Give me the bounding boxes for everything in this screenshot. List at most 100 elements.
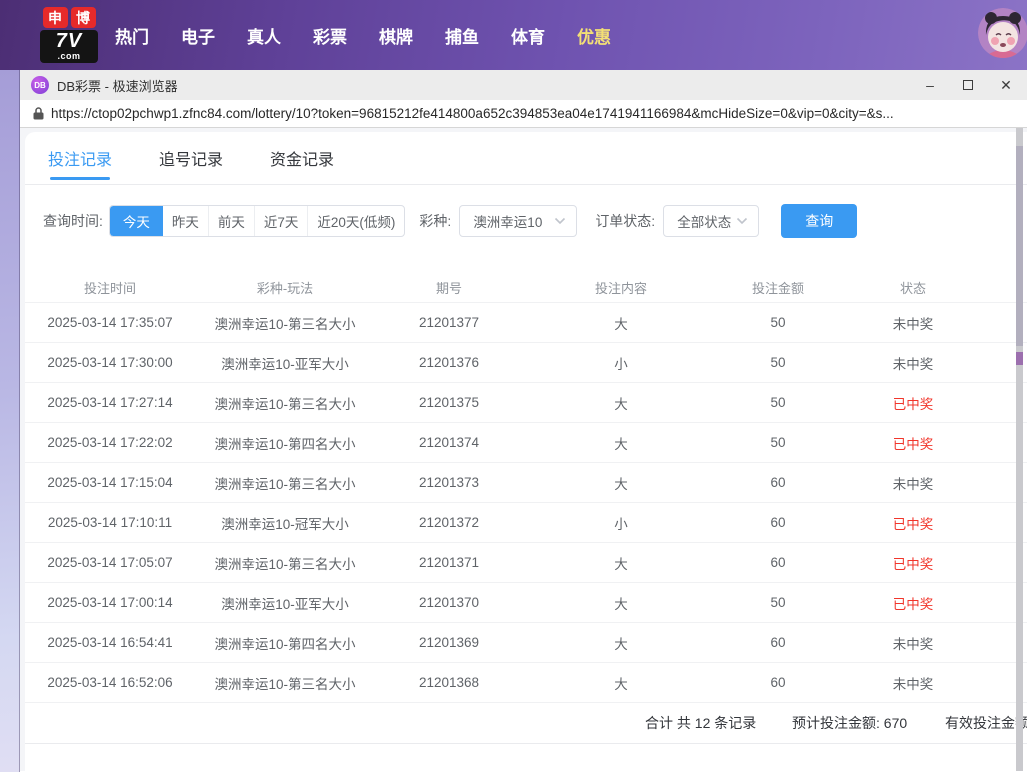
- time-range-option[interactable]: 前天: [208, 206, 254, 236]
- bet-status: 已中奖: [837, 553, 989, 573]
- table-row: 2025-03-14 17:22:02澳洲幸运10-第四名大小21201374大…: [25, 423, 1027, 463]
- table-row: 2025-03-14 17:35:07澳洲幸运10-第三名大小21201377大…: [25, 303, 1027, 343]
- footer-expected-amount: 预计投注金额: 670: [792, 713, 907, 733]
- time-range-group: 今天昨天前天近7天近20天(低频): [109, 205, 406, 237]
- order-status-value: 全部状态: [677, 211, 731, 231]
- play-type: 澳洲幸运10-第三名大小: [195, 313, 375, 333]
- table-header-row: 投注时间彩种-玩法期号投注内容投注金额状态: [25, 272, 1027, 303]
- query-time-label: 查询时间:: [43, 211, 103, 231]
- issue-number: 21201372: [375, 515, 523, 530]
- nav-item[interactable]: 体育: [495, 23, 561, 48]
- play-type: 澳洲幸运10-第四名大小: [195, 433, 375, 453]
- time-range-option[interactable]: 昨天: [163, 206, 208, 236]
- table-row: 2025-03-14 17:15:04澳洲幸运10-第三名大小21201373大…: [25, 463, 1027, 503]
- bet-amount: 50: [719, 355, 837, 370]
- page-content: 投注记录 追号记录 资金记录 查询时间: 今天昨天前天近7天近20天(低频) 彩…: [20, 128, 1027, 771]
- bet-content: 大: [523, 433, 719, 453]
- issue-number: 21201375: [375, 395, 523, 410]
- site-logo[interactable]: 申 博 7V .com: [40, 7, 98, 63]
- order-status-select[interactable]: 全部状态: [663, 205, 759, 237]
- table-row: 2025-03-14 17:05:07澳洲幸运10-第三名大小21201371大…: [25, 543, 1027, 583]
- issue-number: 21201374: [375, 435, 523, 450]
- column-header: 投注内容: [523, 278, 719, 297]
- nav-item[interactable]: 捕鱼: [429, 23, 495, 48]
- table-row: 2025-03-14 17:27:14澳洲幸运10-第三名大小21201375大…: [25, 383, 1027, 423]
- bet-amount: 50: [719, 315, 837, 330]
- bet-time: 2025-03-14 17:27:14: [25, 395, 195, 410]
- nav-item[interactable]: 热门: [99, 23, 165, 48]
- logo-com-text: .com: [40, 52, 98, 61]
- bet-time: 2025-03-14 17:15:04: [25, 475, 195, 490]
- nav-item[interactable]: 优惠: [561, 23, 627, 48]
- table-row: 2025-03-14 17:10:11澳洲幸运10-冠军大小21201372小6…: [25, 503, 1027, 543]
- close-button[interactable]: ✕: [987, 70, 1025, 100]
- logo-chips: 申 博: [40, 7, 98, 28]
- issue-number: 21201377: [375, 315, 523, 330]
- address-bar[interactable]: https://ctop02pchwp1.zfnc84.com/lottery/…: [20, 100, 1027, 128]
- scrollbar-thumb[interactable]: [1016, 146, 1023, 346]
- issue-number: 21201371: [375, 555, 523, 570]
- bet-status: 未中奖: [837, 633, 989, 653]
- lottery-type-label: 彩种:: [419, 211, 451, 231]
- bet-content: 大: [523, 473, 719, 493]
- play-type: 澳洲幸运10-第三名大小: [195, 473, 375, 493]
- time-range-option[interactable]: 近20天(低频): [307, 206, 404, 236]
- time-range-option[interactable]: 今天: [110, 206, 163, 236]
- db-favicon-icon: DB: [31, 76, 49, 94]
- bet-amount: 60: [719, 515, 837, 530]
- column-header: 投注金额: [719, 278, 837, 297]
- lock-icon: [33, 107, 44, 120]
- play-type: 澳洲幸运10-冠军大小: [195, 513, 375, 533]
- nav-item[interactable]: 真人: [231, 23, 297, 48]
- lottery-type-value: 澳洲幸运10: [473, 211, 542, 231]
- footer-total-count: 合计 共 12 条记录: [645, 713, 756, 733]
- bet-amount: 50: [719, 435, 837, 450]
- search-button[interactable]: 查询: [781, 204, 857, 238]
- bet-status: 未中奖: [837, 473, 989, 493]
- tab-bet-records[interactable]: 投注记录: [48, 132, 112, 184]
- nav-item[interactable]: 电子: [165, 23, 231, 48]
- bet-time: 2025-03-14 17:00:14: [25, 595, 195, 610]
- bet-content: 大: [523, 393, 719, 413]
- column-header: 状态: [837, 278, 989, 297]
- bet-time: 2025-03-14 17:05:07: [25, 555, 195, 570]
- table-row: 2025-03-14 16:54:41澳洲幸运10-第四名大小21201369大…: [25, 623, 1027, 663]
- issue-number: 21201376: [375, 355, 523, 370]
- logo-chip-shen: 申: [43, 7, 68, 28]
- bet-records-table: 投注时间彩种-玩法期号投注内容投注金额状态 2025-03-14 17:35:0…: [25, 272, 1027, 703]
- footer-valid-amount: 有效投注金额: [945, 713, 1027, 733]
- bet-status: 已中奖: [837, 593, 989, 613]
- time-range-option[interactable]: 近7天: [254, 206, 308, 236]
- avatar-illustration: [978, 8, 1027, 58]
- top-nav: 热门电子真人彩票棋牌捕鱼体育优惠: [99, 0, 627, 70]
- bet-time: 2025-03-14 17:22:02: [25, 435, 195, 450]
- window-controls: – ✕: [911, 70, 1025, 100]
- table-row: 2025-03-14 17:00:14澳洲幸运10-亚军大小21201370大5…: [25, 583, 1027, 623]
- bet-amount: 60: [719, 555, 837, 570]
- tab-chase-records[interactable]: 追号记录: [159, 132, 223, 184]
- minimize-button[interactable]: –: [911, 70, 949, 100]
- bet-content: 大: [523, 593, 719, 613]
- maximize-button[interactable]: [949, 70, 987, 100]
- issue-number: 21201373: [375, 475, 523, 490]
- table-body: 2025-03-14 17:35:07澳洲幸运10-第三名大小21201377大…: [25, 303, 1027, 703]
- bet-content: 小: [523, 513, 719, 533]
- scrollbar-marker: [1016, 352, 1023, 365]
- nav-item[interactable]: 彩票: [297, 23, 363, 48]
- user-avatar[interactable]: [978, 8, 1027, 58]
- window-title: DB彩票 - 极速浏览器: [57, 76, 178, 95]
- column-header: 期号: [375, 278, 523, 297]
- url-text[interactable]: https://ctop02pchwp1.zfnc84.com/lottery/…: [51, 106, 1011, 121]
- lottery-type-select[interactable]: 澳洲幸运10: [459, 205, 577, 237]
- nav-item[interactable]: 棋牌: [363, 23, 429, 48]
- order-status-label: 订单状态:: [595, 211, 655, 231]
- play-type: 澳洲幸运10-第三名大小: [195, 393, 375, 413]
- page-scrollbar[interactable]: [1016, 128, 1023, 771]
- bet-amount: 60: [719, 675, 837, 690]
- bet-status: 已中奖: [837, 433, 989, 453]
- tab-fund-records[interactable]: 资金记录: [270, 132, 334, 184]
- window-titlebar: DB DB彩票 - 极速浏览器 – ✕: [20, 70, 1027, 100]
- bet-status: 已中奖: [837, 393, 989, 413]
- bet-content: 大: [523, 673, 719, 693]
- bet-status: 已中奖: [837, 513, 989, 533]
